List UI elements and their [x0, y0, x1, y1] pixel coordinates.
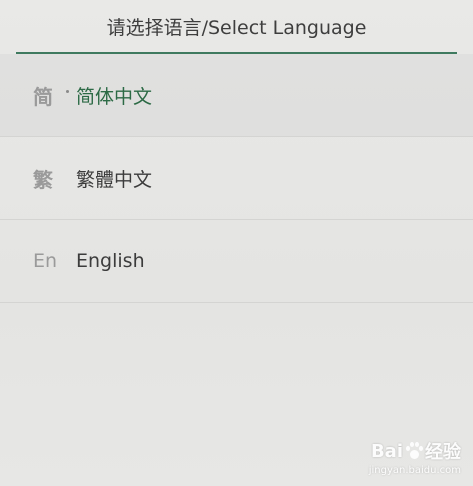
- language-abbr: 繁: [33, 167, 53, 192]
- language-option-english[interactable]: En English: [0, 220, 473, 303]
- dialog-title: 请选择语言/Select Language: [106, 16, 367, 39]
- watermark-brand-left: Bai: [370, 440, 403, 462]
- language-abbr: 简: [33, 84, 53, 109]
- language-option-traditional-chinese[interactable]: 繁 繁體中文: [0, 137, 473, 220]
- paw-icon: [405, 442, 423, 460]
- language-label: English: [76, 250, 145, 272]
- selected-dot-icon: [66, 90, 69, 93]
- language-abbr: En: [33, 250, 58, 272]
- watermark-url: jingyan.baidu.com: [368, 465, 461, 476]
- language-label: 繁體中文: [76, 168, 153, 191]
- language-dialog: 请选择语言/Select Language 简 简体中文 繁 繁體中文 En E…: [0, 0, 473, 486]
- baidu-jingyan-watermark: Bai 经验 jingyan.baidu.com: [341, 438, 461, 477]
- language-label: 简体中文: [76, 85, 153, 108]
- watermark-brand-right: 经验: [425, 442, 461, 463]
- language-list: 简 简体中文 繁 繁體中文 En English: [0, 54, 473, 303]
- watermark-brand: Bai 经验: [341, 438, 461, 464]
- language-option-simplified-chinese[interactable]: 简 简体中文: [0, 54, 473, 137]
